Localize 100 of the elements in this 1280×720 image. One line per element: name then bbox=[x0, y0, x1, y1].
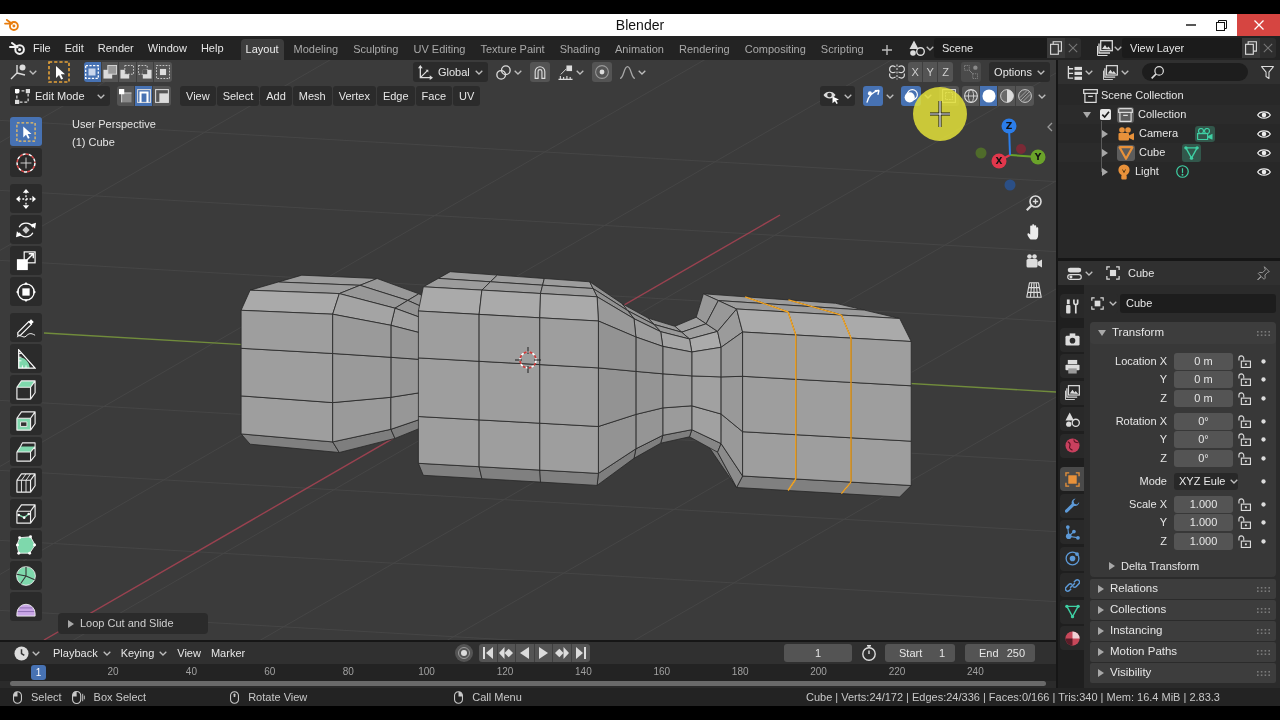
mirror-axis-toggle[interactable]: Z bbox=[938, 62, 954, 82]
tool-button[interactable] bbox=[10, 344, 42, 373]
blender-logo-icon[interactable] bbox=[9, 41, 25, 55]
panel-header[interactable]: Instancing bbox=[1090, 621, 1276, 641]
workspace-tab[interactable]: Shading bbox=[554, 39, 606, 60]
menu-item[interactable]: Window bbox=[140, 38, 194, 58]
gizmo-toggle[interactable] bbox=[863, 86, 883, 106]
open-padlock-icon[interactable] bbox=[1238, 391, 1251, 405]
menu-item[interactable]: Render bbox=[90, 38, 141, 58]
jump-to-start-button[interactable] bbox=[479, 644, 498, 662]
workspace-tab[interactable]: Layout bbox=[240, 39, 284, 60]
keyframe-dot-icon[interactable] bbox=[1261, 520, 1266, 526]
current-frame-field[interactable]: 1 bbox=[784, 644, 852, 662]
number-field[interactable]: 0° bbox=[1174, 449, 1233, 467]
properties-tab[interactable] bbox=[1060, 626, 1084, 650]
selection-mode-button[interactable] bbox=[84, 62, 102, 82]
properties-tab[interactable] bbox=[1060, 327, 1084, 352]
keyframe-dot-icon[interactable] bbox=[1261, 538, 1266, 544]
plus-icon[interactable] bbox=[881, 44, 892, 55]
tool-button[interactable] bbox=[10, 437, 42, 466]
open-padlock-icon[interactable] bbox=[1238, 516, 1251, 530]
workspace-tab[interactable]: Scripting bbox=[815, 39, 869, 60]
properties-tab[interactable] bbox=[1060, 354, 1084, 378]
mode-dropdown[interactable]: Edit Mode bbox=[10, 86, 110, 106]
options-dropdown[interactable]: Options bbox=[989, 62, 1050, 82]
proportional-editing-toggle[interactable] bbox=[591, 62, 612, 82]
mesh-select-mode-button[interactable] bbox=[135, 86, 153, 106]
menu-item[interactable]: Keying bbox=[115, 643, 173, 663]
drag-handle-icon[interactable] bbox=[1257, 649, 1270, 655]
keyframe-dot-icon[interactable] bbox=[1261, 418, 1266, 424]
number-field[interactable]: 0 m bbox=[1174, 371, 1233, 389]
play-reverse-button[interactable] bbox=[516, 644, 535, 662]
filter-icon[interactable] bbox=[1261, 65, 1274, 79]
panel-header[interactable]: Collections bbox=[1090, 600, 1276, 620]
eye-icon[interactable] bbox=[1257, 166, 1271, 177]
keyframe-dot-icon[interactable] bbox=[1261, 395, 1266, 401]
pivot-dropdown[interactable] bbox=[493, 62, 524, 82]
visibility-dropdown[interactable] bbox=[820, 86, 855, 106]
shading-mode-button[interactable] bbox=[962, 86, 980, 106]
eye-icon[interactable] bbox=[1257, 147, 1271, 158]
open-padlock-icon[interactable] bbox=[1238, 451, 1251, 465]
selection-mode-button[interactable] bbox=[119, 62, 137, 82]
snap-target-dropdown[interactable] bbox=[555, 62, 586, 82]
mesh-select-mode-button[interactable] bbox=[153, 86, 171, 106]
properties-tab[interactable] bbox=[1060, 599, 1084, 624]
tool-button[interactable] bbox=[10, 215, 42, 244]
panel-header[interactable]: Motion Paths bbox=[1090, 642, 1276, 662]
properties-tab[interactable] bbox=[1060, 294, 1084, 318]
keyframe-dot-icon[interactable] bbox=[1261, 455, 1266, 461]
number-field[interactable]: 1.000 bbox=[1174, 495, 1233, 513]
mirror-axis-toggle[interactable]: Y bbox=[923, 62, 939, 82]
shading-mode-button[interactable] bbox=[998, 86, 1016, 106]
orientation-dropdown[interactable]: Global bbox=[412, 62, 488, 82]
drag-handle-icon[interactable] bbox=[1257, 670, 1270, 676]
mirror-axis-toggle[interactable]: X bbox=[908, 62, 924, 82]
scene-name-field[interactable]: Scene bbox=[934, 38, 1047, 58]
keyframe-dot-icon[interactable] bbox=[1261, 377, 1266, 383]
open-padlock-icon[interactable] bbox=[1238, 534, 1251, 548]
panel-header[interactable]: Transform bbox=[1090, 322, 1276, 344]
number-field[interactable]: 0° bbox=[1174, 412, 1233, 430]
tool-button[interactable] bbox=[10, 148, 42, 177]
shading-mode-button[interactable] bbox=[980, 86, 998, 106]
menu-item[interactable]: View bbox=[172, 643, 206, 663]
open-padlock-icon[interactable] bbox=[1238, 497, 1251, 511]
open-padlock-icon[interactable] bbox=[1238, 373, 1251, 387]
disclosure-triangle-icon[interactable] bbox=[1102, 129, 1108, 138]
view-layer-selector[interactable] bbox=[1097, 38, 1122, 58]
menu-item[interactable]: Marker bbox=[205, 643, 251, 663]
end-frame-field[interactable]: End 250 bbox=[965, 644, 1035, 662]
tool-button[interactable] bbox=[10, 406, 42, 435]
eye-icon[interactable] bbox=[1257, 128, 1271, 139]
drag-handle-icon[interactable] bbox=[1257, 607, 1270, 613]
properties-tab[interactable] bbox=[1060, 380, 1084, 405]
scene-selector[interactable] bbox=[909, 38, 934, 58]
menu-item[interactable]: Playback bbox=[48, 643, 116, 663]
tool-button[interactable] bbox=[10, 592, 42, 621]
start-frame-field[interactable]: Start 1 bbox=[885, 644, 955, 662]
caret-icon[interactable] bbox=[1038, 93, 1046, 99]
drag-handle-icon[interactable] bbox=[1257, 330, 1270, 336]
display-mode-dropdown[interactable] bbox=[1102, 62, 1130, 82]
object-name-field[interactable]: Cube bbox=[1120, 294, 1276, 313]
number-field[interactable]: 1.000 bbox=[1174, 532, 1233, 550]
keyframe-dot-icon[interactable] bbox=[1261, 478, 1266, 484]
view-layer-name-field[interactable]: View Layer bbox=[1122, 38, 1242, 58]
mesh-select-mode-button[interactable] bbox=[117, 86, 135, 106]
tool-button[interactable] bbox=[10, 468, 42, 497]
selection-mode-button[interactable] bbox=[154, 62, 172, 82]
workspace-tab[interactable]: Texture Paint bbox=[475, 39, 550, 60]
checkbox[interactable] bbox=[1100, 109, 1111, 120]
overlay-toggle[interactable] bbox=[901, 86, 921, 106]
workspace-tab[interactable]: Rendering bbox=[673, 39, 735, 60]
workspace-tab[interactable]: Compositing bbox=[739, 39, 811, 60]
number-field[interactable]: 1.000 bbox=[1174, 514, 1233, 532]
auto-keying-button[interactable] bbox=[455, 644, 474, 662]
menu-item[interactable]: Vertex bbox=[332, 86, 376, 106]
subpanel-header[interactable]: Delta Transform bbox=[1090, 555, 1276, 577]
tool-button[interactable] bbox=[10, 277, 42, 306]
number-field[interactable]: 0 m bbox=[1174, 352, 1233, 370]
3d-viewport[interactable]: X Y Z Global X Y Z Options Edit Mode View Select Add Mesh Vertex Edge Face UV User Perspective (1) Cube Loop Cut and Slide bbox=[0, 60, 1056, 640]
light-data-icon[interactable] bbox=[1175, 165, 1189, 178]
